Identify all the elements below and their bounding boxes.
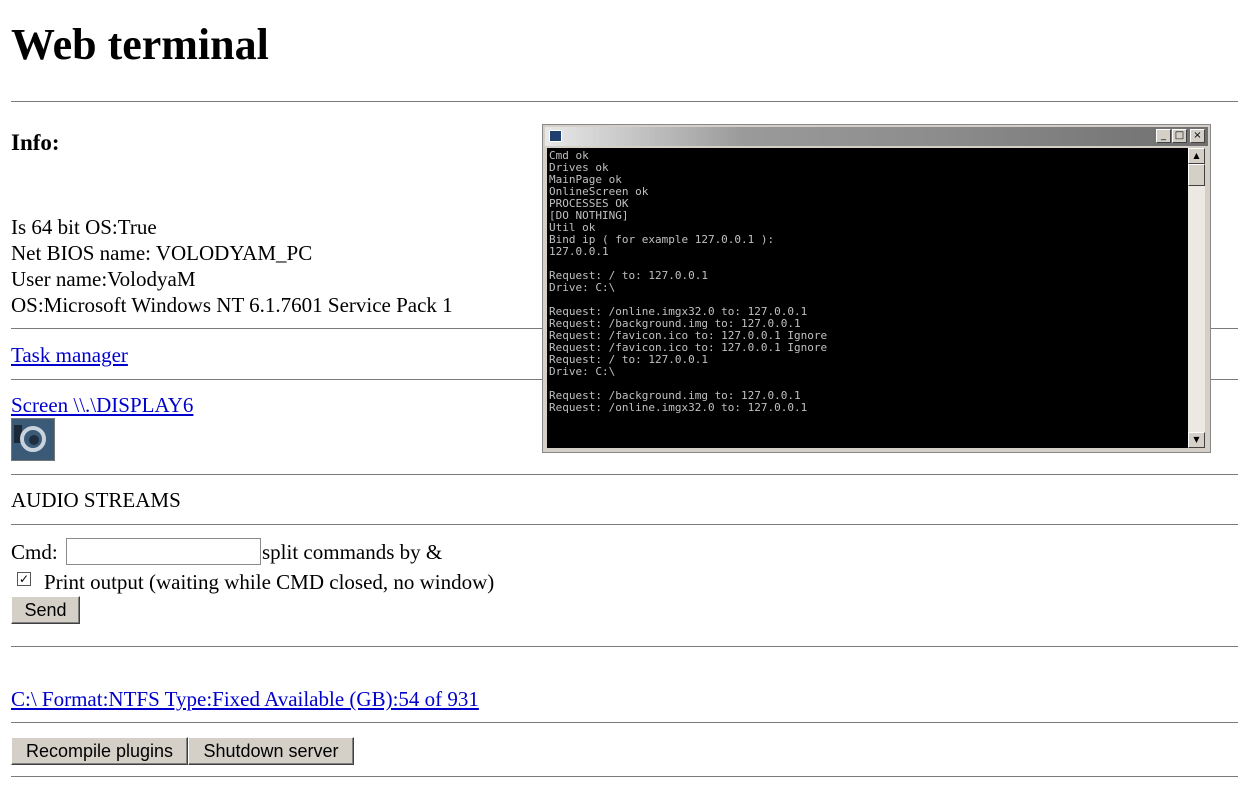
cmd-input[interactable] xyxy=(66,538,261,565)
divider xyxy=(11,474,1238,475)
audio-streams-label: AUDIO STREAMS xyxy=(11,488,181,512)
print-output-checkbox[interactable]: ✓ xyxy=(17,572,31,586)
console-window: _ □ × Cmd ok Drives ok MainPage ok OnlineSc… xyxy=(542,124,1211,453)
recompile-plugins-button[interactable]: Recompile plugins xyxy=(11,737,188,765)
minimize-icon: _ xyxy=(1156,129,1171,143)
divider xyxy=(11,776,1238,777)
drive-c-link[interactable]: C:\ Format:NTFS Type:Fixed Available (GB… xyxy=(11,687,479,711)
divider xyxy=(11,722,1238,723)
console-scrollbar: ▲ ▼ xyxy=(1188,148,1205,448)
divider xyxy=(11,101,1238,102)
scroll-down-icon: ▼ xyxy=(1188,432,1205,448)
console-line: OnlineScreen ok xyxy=(549,185,649,198)
divider xyxy=(11,524,1238,525)
page-title: Web terminal xyxy=(11,20,269,69)
console-line: Request: / to: 127.0.0.1 xyxy=(549,353,708,366)
cmd-hint: split commands by & xyxy=(262,540,443,564)
screen-link[interactable]: Screen \\.\DISPLAY6 xyxy=(11,393,193,417)
shutdown-server-button[interactable]: Shutdown server xyxy=(188,737,354,765)
console-icon xyxy=(549,130,562,142)
console-line: Drive: C:\ xyxy=(549,365,616,378)
maximize-icon: □ xyxy=(1172,129,1187,143)
cmd-label: Cmd: xyxy=(11,540,58,564)
print-output-label: Print output (waiting while CMD closed, … xyxy=(44,570,495,594)
console-line: Bind ip ( for example 127.0.0.1 ): xyxy=(549,233,775,246)
console-line: Drive: C:\ xyxy=(549,281,616,294)
console-line: Request: /online.imgx32.0 to: 127.0.0.1 xyxy=(549,401,808,414)
console-line: 127.0.0.1 xyxy=(549,245,609,258)
console-titlebar: _ □ × xyxy=(545,127,1208,146)
divider xyxy=(11,646,1238,647)
info-user-name: User name:VolodyaM xyxy=(11,267,196,291)
console-line: Request: / to: 127.0.0.1 xyxy=(549,269,708,282)
info-heading: Info: xyxy=(11,130,60,155)
console-line: [DO NOTHING] xyxy=(549,209,629,222)
send-button[interactable]: Send xyxy=(11,596,80,624)
info-netbios-name: Net BIOS name: VOLODYAM_PC xyxy=(11,241,313,265)
console-output: Cmd ok Drives ok MainPage ok OnlineScreen o… xyxy=(547,148,1188,448)
info-os-version: OS:Microsoft Windows NT 6.1.7601 Service… xyxy=(11,293,453,317)
console-line: Drives ok xyxy=(549,161,609,174)
console-line: Cmd ok xyxy=(549,149,589,162)
screen-thumbnail[interactable] xyxy=(11,418,55,461)
console-line: PROCESSES OK xyxy=(549,197,629,210)
scroll-thumb xyxy=(1188,164,1205,186)
close-icon: × xyxy=(1190,129,1205,143)
info-os-bitness: Is 64 bit OS:True xyxy=(11,215,157,239)
task-manager-link[interactable]: Task manager xyxy=(11,343,128,367)
scroll-up-icon: ▲ xyxy=(1188,148,1205,164)
